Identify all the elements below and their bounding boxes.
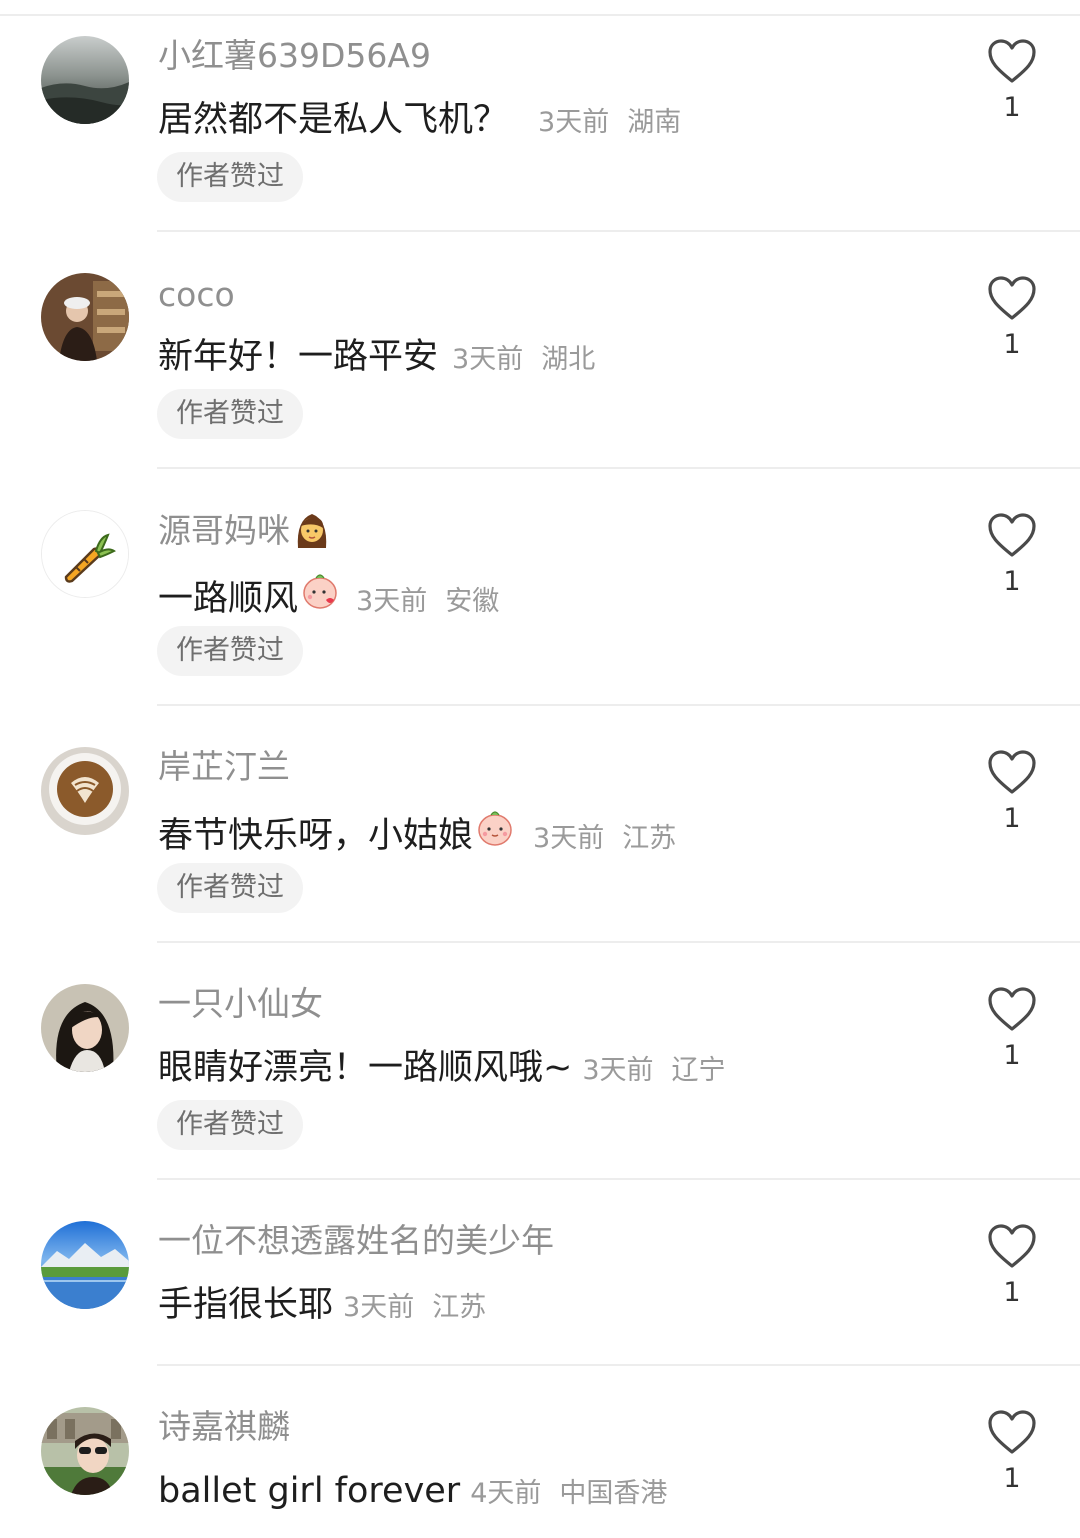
comment-time: 3天前 xyxy=(452,344,524,375)
like-button[interactable]: 1 xyxy=(986,38,1038,123)
avatar[interactable] xyxy=(41,273,129,361)
like-count: 1 xyxy=(1003,566,1021,597)
username[interactable]: coco xyxy=(158,273,235,317)
peach-face-emoji xyxy=(475,807,515,847)
comment-text: 春节快乐呀，小姑娘 xyxy=(158,816,474,856)
author-liked-badge: 作者赞过 xyxy=(157,1100,303,1150)
username[interactable]: 小红薯639D56A9 xyxy=(158,34,431,78)
username-text: 源哥妈咪 xyxy=(158,511,290,550)
username[interactable]: 源哥妈咪 xyxy=(158,508,332,553)
comment-divider xyxy=(157,941,1080,943)
comment-divider xyxy=(157,230,1080,232)
comment-text: 新年好！一路平安 xyxy=(158,337,439,377)
author-liked-badge: 作者赞过 xyxy=(157,389,303,439)
comment-time: 3天前 xyxy=(356,586,428,617)
avatar[interactable] xyxy=(41,984,129,1072)
comment-location: 安徽 xyxy=(445,586,500,617)
heart-outline-icon[interactable] xyxy=(986,275,1038,321)
comment-divider xyxy=(157,704,1080,706)
like-count: 1 xyxy=(1003,92,1021,123)
comment-time: 4天前 xyxy=(470,1478,542,1509)
comment-line: 新年好！一路平安 3天前 湖北 xyxy=(158,333,595,381)
author-liked-badge: 作者赞过 xyxy=(157,152,303,202)
heart-outline-icon[interactable] xyxy=(986,1223,1038,1269)
like-count: 1 xyxy=(1003,329,1021,360)
comment-time: 3天前 xyxy=(538,107,610,138)
avatar[interactable] xyxy=(41,36,129,124)
comment-text: ballet girl forever xyxy=(158,1471,461,1511)
username[interactable]: 一位不想透露姓名的美少年 xyxy=(158,1219,554,1263)
heart-outline-icon[interactable] xyxy=(986,986,1038,1032)
like-button[interactable]: 1 xyxy=(986,1409,1038,1494)
comment-time: 3天前 xyxy=(533,823,605,854)
comment-line: 眼睛好漂亮！一路顺风哦~ 3天前 辽宁 xyxy=(158,1044,726,1092)
avatar[interactable] xyxy=(41,1221,129,1309)
comment-time: 3天前 xyxy=(582,1055,654,1086)
comment-location: 江苏 xyxy=(432,1292,487,1323)
like-button[interactable]: 1 xyxy=(986,275,1038,360)
like-button[interactable]: 1 xyxy=(986,512,1038,597)
heart-outline-icon[interactable] xyxy=(986,1409,1038,1455)
heart-outline-icon[interactable] xyxy=(986,512,1038,558)
comment-location: 湖南 xyxy=(627,107,682,138)
heart-outline-icon[interactable] xyxy=(986,749,1038,795)
comment-location: 辽宁 xyxy=(671,1055,726,1086)
comment-divider xyxy=(157,1364,1080,1366)
heart-outline-icon[interactable] xyxy=(986,38,1038,84)
avatar[interactable] xyxy=(41,1407,129,1495)
like-count: 1 xyxy=(1003,803,1021,834)
blowing-kiss-emoji xyxy=(300,570,340,610)
like-count: 1 xyxy=(1003,1463,1021,1494)
like-button[interactable]: 1 xyxy=(986,1223,1038,1308)
username[interactable]: 诗嘉祺麟 xyxy=(158,1405,290,1449)
comment-line: 一路顺风 3天前 安徽 xyxy=(158,570,499,623)
top-divider xyxy=(0,14,1080,16)
username[interactable]: 岸芷汀兰 xyxy=(158,745,290,789)
comment-location: 湖北 xyxy=(541,344,596,375)
comment-time: 3天前 xyxy=(343,1292,415,1323)
comment-location: 江苏 xyxy=(622,823,677,854)
comment-divider xyxy=(157,1178,1080,1180)
like-button[interactable]: 1 xyxy=(986,749,1038,834)
comment-line: 居然都不是私人飞机？ 3天前 湖南 xyxy=(158,96,681,144)
comment-text: 一路顺风 xyxy=(158,579,299,619)
like-button[interactable]: 1 xyxy=(986,986,1038,1071)
like-count: 1 xyxy=(1003,1277,1021,1308)
woman-emoji xyxy=(292,508,332,548)
comment-line: 手指很长耶 3天前 江苏 xyxy=(158,1281,486,1329)
username[interactable]: 一只小仙女 xyxy=(158,982,323,1026)
like-count: 1 xyxy=(1003,1040,1021,1071)
avatar[interactable] xyxy=(41,510,129,598)
comment-text: 手指很长耶 xyxy=(158,1285,334,1325)
comment-location: 中国香港 xyxy=(559,1478,668,1509)
author-liked-badge: 作者赞过 xyxy=(157,626,303,676)
author-liked-badge: 作者赞过 xyxy=(157,863,303,913)
avatar[interactable] xyxy=(41,747,129,835)
comment-text: 眼睛好漂亮！一路顺风哦~ xyxy=(158,1048,573,1088)
comment-line: ballet girl forever 4天前 中国香港 xyxy=(158,1467,667,1515)
comment-text: 居然都不是私人飞机？ xyxy=(158,100,509,140)
comment-divider xyxy=(157,467,1080,469)
comment-line: 春节快乐呀，小姑娘 3天前 江苏 xyxy=(158,807,676,860)
